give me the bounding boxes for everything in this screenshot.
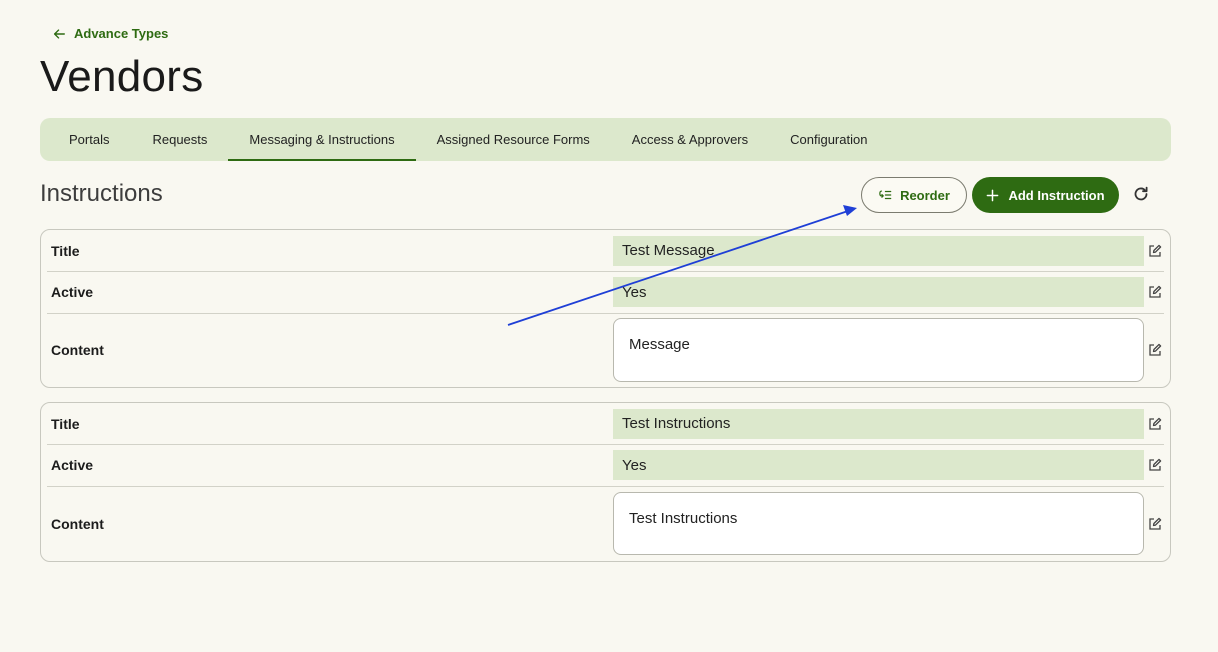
title-value: Test Instructions — [613, 408, 1144, 439]
instruction-card: Title Test Instructions Active Yes Conte… — [40, 402, 1171, 562]
tab-portals[interactable]: Portals — [40, 118, 131, 161]
plus-icon — [987, 189, 999, 201]
back-link-label: Advance Types — [74, 26, 169, 41]
title-row: Title Test Message — [47, 230, 1164, 272]
active-label: Active — [51, 457, 94, 473]
tab-configuration[interactable]: Configuration — [769, 118, 888, 161]
edit-icon[interactable] — [1148, 517, 1162, 531]
edit-icon[interactable] — [1148, 458, 1162, 472]
active-value: Yes — [613, 450, 1144, 480]
tab-messaging-instructions[interactable]: Messaging & Instructions — [228, 118, 416, 161]
reorder-button-label: Reorder — [900, 187, 950, 203]
arrow-left-icon — [53, 28, 65, 39]
tab-requests[interactable]: Requests — [131, 118, 228, 161]
back-link[interactable]: Advance Types — [52, 26, 168, 41]
tab-bar: Portals Requests Messaging & Instruction… — [40, 118, 1171, 161]
content-label: Content — [51, 342, 104, 358]
section-title: Instructions — [40, 180, 163, 207]
active-row: Active Yes — [47, 271, 1164, 314]
edit-icon[interactable] — [1148, 244, 1162, 258]
reorder-button[interactable]: Reorder — [861, 177, 967, 213]
tab-assigned-resource-forms[interactable]: Assigned Resource Forms — [416, 118, 611, 161]
title-label: Title — [51, 242, 80, 259]
active-row: Active Yes — [47, 444, 1164, 487]
title-value: Test Message — [613, 235, 1144, 266]
active-value: Yes — [613, 277, 1144, 307]
title-label: Title — [51, 415, 80, 432]
refresh-icon[interactable] — [1131, 184, 1151, 204]
content-row: Content Test Instructions — [47, 486, 1164, 561]
reorder-icon — [879, 190, 892, 200]
content-row: Content Message — [47, 313, 1164, 387]
add-instruction-label: Add Instruction — [1008, 187, 1105, 203]
content-value: Test Instructions — [613, 492, 1144, 555]
content-value: Message — [613, 318, 1144, 382]
page-title: Vendors — [40, 52, 204, 101]
title-row: Title Test Instructions — [47, 403, 1164, 445]
edit-icon[interactable] — [1148, 417, 1162, 431]
edit-icon[interactable] — [1148, 285, 1162, 299]
instruction-card: Title Test Message Active Yes Content Me… — [40, 229, 1171, 388]
tab-access-approvers[interactable]: Access & Approvers — [611, 118, 769, 161]
add-instruction-button[interactable]: Add Instruction — [972, 177, 1119, 213]
content-label: Content — [51, 515, 104, 532]
edit-icon[interactable] — [1148, 343, 1162, 357]
active-label: Active — [51, 284, 94, 300]
